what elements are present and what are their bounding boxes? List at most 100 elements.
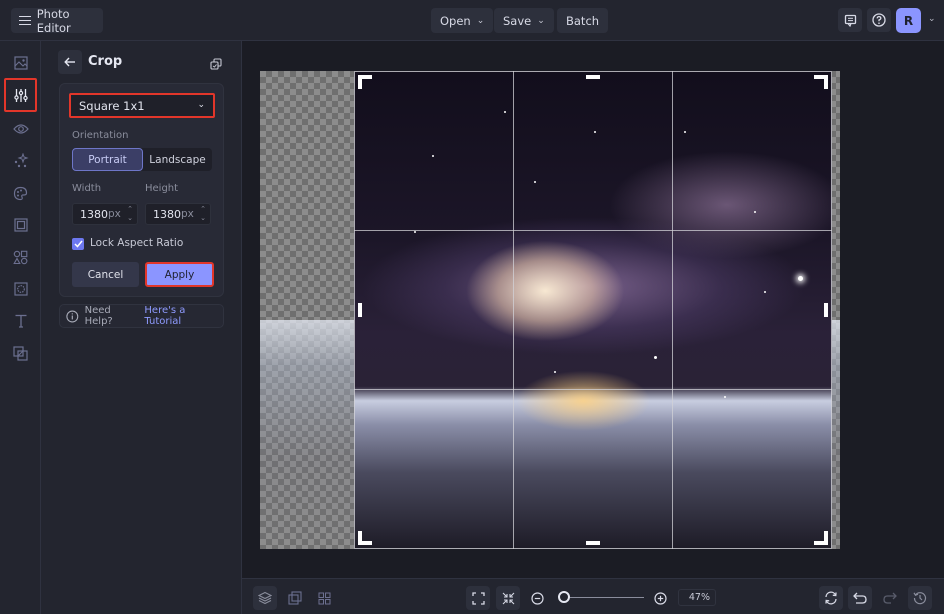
lock-aspect-label[interactable]: Lock Aspect Ratio: [90, 237, 183, 249]
open-label: Open: [440, 13, 471, 28]
crop-preset-dropdown[interactable]: Square 1x1 ⌄: [69, 93, 215, 118]
reset-button[interactable]: [819, 586, 843, 610]
cancel-button[interactable]: Cancel: [72, 262, 139, 287]
help-icon: [872, 13, 886, 27]
panel-title: Crop: [88, 54, 123, 69]
zoom-slider-handle[interactable]: [558, 591, 570, 603]
layers-button[interactable]: [253, 586, 277, 610]
orientation-portrait[interactable]: Portrait: [72, 148, 143, 171]
bottom-toolbar: 47%: [242, 578, 944, 614]
redo-button[interactable]: [878, 586, 902, 610]
height-label: Height: [145, 183, 179, 194]
checkmark-icon: [73, 240, 83, 248]
rail-item-graphics[interactable]: [4, 242, 37, 272]
tool-rail: [0, 41, 41, 614]
lock-aspect-checkbox[interactable]: [72, 238, 84, 250]
fit-screen-button[interactable]: [466, 586, 490, 610]
hamburger-icon: [19, 15, 31, 26]
history-button[interactable]: [908, 586, 932, 610]
save-menu-button[interactable]: Save ⌄: [494, 8, 554, 33]
texture-icon: [13, 282, 28, 296]
grid-view-button[interactable]: [312, 586, 336, 610]
zoom-in-icon: [653, 591, 667, 605]
width-stepper[interactable]: ⌃ ⌄: [127, 205, 133, 223]
height-field[interactable]: 1380 px ⌃ ⌄: [145, 203, 211, 225]
crop-handle-top-left[interactable]: [358, 75, 372, 89]
apply-button[interactable]: Apply: [145, 262, 214, 287]
history-icon: [913, 592, 927, 605]
height-unit: px: [181, 208, 194, 220]
rail-item-artsy[interactable]: [4, 178, 37, 208]
rail-item-frames[interactable]: [4, 210, 37, 240]
rail-item-text[interactable]: [4, 306, 37, 336]
rail-item-touch-up[interactable]: [4, 146, 37, 176]
fullscreen-icon: [471, 591, 485, 605]
rail-item-textures[interactable]: [4, 274, 37, 304]
canvas-workspace: [242, 41, 944, 578]
main-menu-button[interactable]: Photo Editor: [11, 7, 103, 35]
crop-panel: Crop Square 1x1 ⌄ Orientation Portrait L…: [41, 41, 242, 614]
shapes-icon: [13, 250, 28, 264]
crop-handle-left[interactable]: [358, 303, 362, 317]
shrink-icon: [502, 592, 514, 604]
chevron-down-icon: ⌄: [197, 100, 205, 110]
rail-item-adjustments[interactable]: [4, 78, 37, 112]
top-bar: Photo Editor Open ⌄ Save ⌄ Batch R ⌄: [0, 0, 944, 41]
save-label: Save: [503, 13, 532, 28]
sparkles-icon: [14, 153, 29, 168]
tutorial-link[interactable]: Here's a Tutorial: [144, 305, 223, 327]
help-button[interactable]: [867, 8, 891, 32]
rail-item-overlays[interactable]: [4, 338, 37, 368]
crop-handle-right[interactable]: [824, 303, 828, 317]
copy-settings-button[interactable]: [210, 55, 222, 74]
height-stepper[interactable]: ⌃ ⌄: [200, 205, 206, 223]
frame-icon: [13, 218, 28, 232]
crop-handle-top-right[interactable]: [814, 75, 828, 89]
crop-handle-bottom-left[interactable]: [358, 531, 372, 545]
back-button[interactable]: [58, 50, 82, 74]
crop-handle-top[interactable]: [586, 75, 600, 79]
info-icon: [66, 310, 79, 322]
open-menu-button[interactable]: Open ⌄: [431, 8, 494, 33]
batch-button[interactable]: Batch: [557, 8, 609, 33]
crop-settings-card: Square 1x1 ⌄ Orientation Portrait Landsc…: [59, 83, 224, 297]
undo-icon: [853, 592, 867, 604]
actual-size-button[interactable]: [496, 586, 520, 610]
comment-icon: [844, 14, 856, 27]
zoom-level-input[interactable]: 47%: [678, 589, 716, 606]
compare-icon: [288, 591, 302, 605]
batch-label: Batch: [566, 13, 600, 28]
duplicate-icon: [210, 58, 222, 70]
rail-item-effects[interactable]: [4, 114, 37, 144]
eye-icon: [12, 124, 29, 134]
comment-button[interactable]: [838, 8, 862, 32]
compare-button[interactable]: [283, 586, 307, 610]
crop-region-image[interactable]: [354, 71, 832, 549]
crop-handle-bottom-right[interactable]: [814, 531, 828, 545]
zoom-out-icon: [530, 591, 544, 605]
crop-handle-bottom[interactable]: [586, 541, 600, 545]
height-value: 1380: [153, 207, 181, 221]
palette-icon: [13, 186, 28, 200]
orientation-landscape[interactable]: Landscape: [143, 148, 212, 171]
orientation-label: Orientation: [72, 130, 129, 141]
text-icon: [15, 314, 26, 328]
redo-icon: [883, 592, 897, 604]
width-field[interactable]: 1380 px ⌃ ⌄: [72, 203, 138, 225]
zoom-in-button[interactable]: [648, 586, 672, 610]
overlay-icon: [13, 345, 28, 361]
rail-item-image[interactable]: [4, 48, 37, 78]
chevron-down-icon: ⌄: [537, 15, 545, 26]
layers-icon: [258, 591, 272, 605]
width-label: Width: [72, 183, 102, 194]
zoom-slider-track[interactable]: [562, 597, 644, 598]
image-icon: [13, 56, 28, 70]
zoom-out-button[interactable]: [525, 586, 549, 610]
crop-preset-value: Square 1x1: [79, 98, 145, 113]
arrow-left-icon: [64, 57, 75, 67]
width-unit: px: [108, 208, 121, 220]
undo-button[interactable]: [848, 586, 872, 610]
user-avatar[interactable]: R: [896, 8, 921, 33]
chevron-down-icon[interactable]: ⌄: [928, 14, 936, 24]
crop-frame: [354, 71, 832, 549]
